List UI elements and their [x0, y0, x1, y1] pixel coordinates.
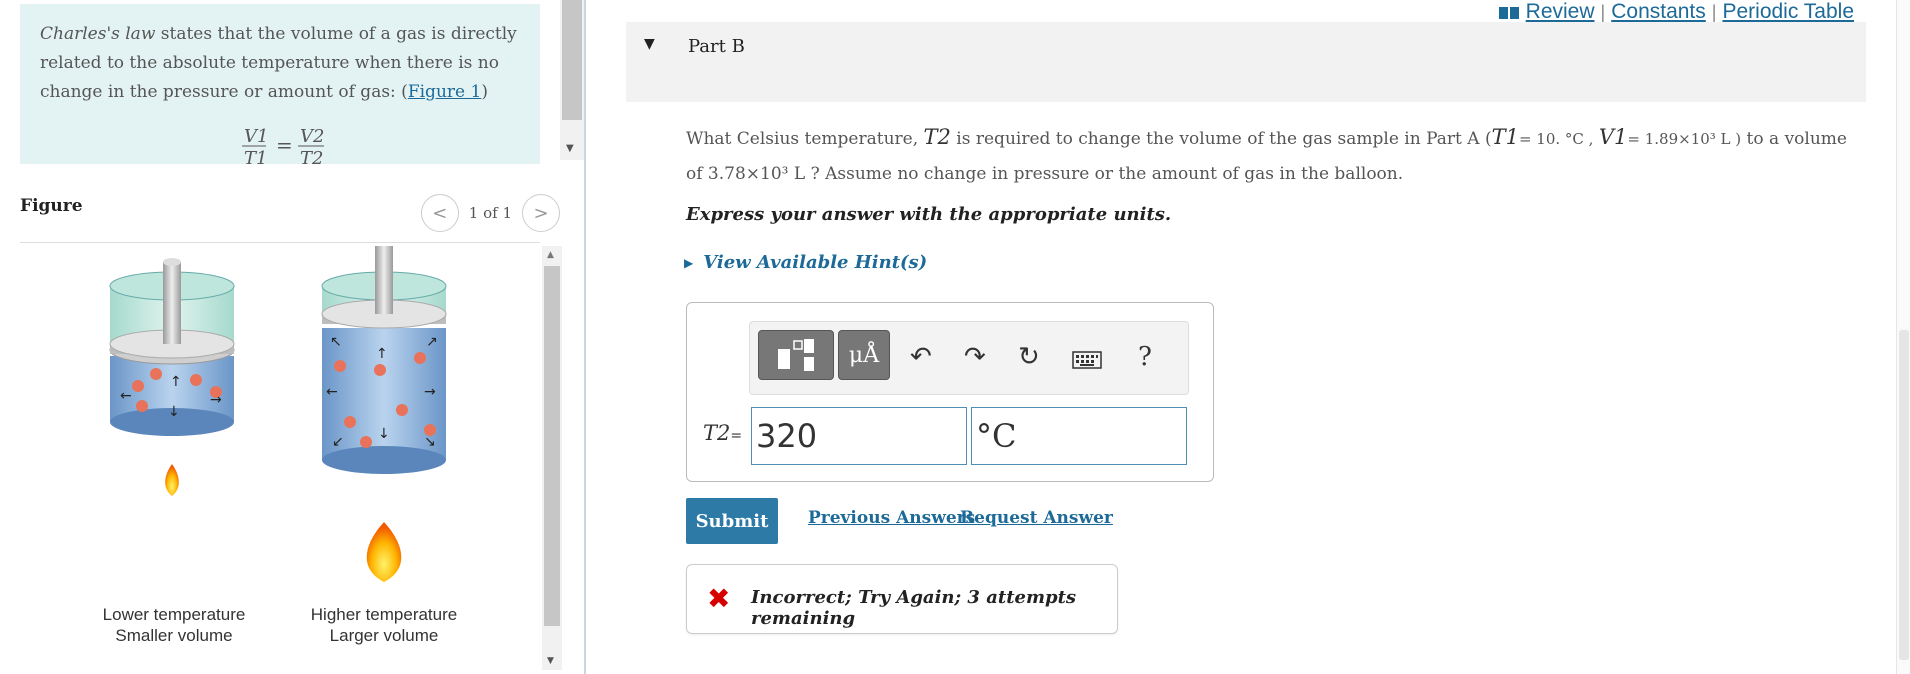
answer-label: T2=	[703, 421, 742, 445]
caption-low-line1: Lower temperature	[102, 605, 246, 624]
error-x-icon: ✖	[707, 582, 731, 615]
svg-text:↙: ↙	[332, 434, 344, 450]
svg-text:T1: T1	[244, 148, 267, 166]
collapse-caret-icon[interactable]: ▼	[644, 36, 655, 52]
request-answer-link[interactable]: Request Answer	[960, 508, 1113, 528]
units-button[interactable]: μÅ	[838, 330, 890, 380]
small-cylinder: ↑ ← → ↓	[109, 258, 235, 496]
templates-icon	[778, 339, 814, 371]
book-icon	[1498, 7, 1519, 19]
constants-link[interactable]: Constants	[1611, 0, 1706, 24]
question-mid: is required to change the volume of the …	[950, 129, 1492, 149]
figure-nav: < 1 of 1 >	[420, 194, 560, 232]
svg-text:↖: ↖	[330, 334, 342, 350]
figure-count: 1 of 1	[468, 204, 512, 222]
figure-next-button[interactable]: >	[522, 194, 560, 232]
scroll-down-arrow-icon[interactable]: ▼	[566, 143, 574, 154]
svg-text:↓: ↓	[168, 404, 180, 420]
figure-image: ↑ ← → ↓ ↑ ← → ↓ ↖ ↗ ↙ ↘ Lower temperatur…	[20, 240, 540, 666]
page-scrollbar[interactable]	[1896, 0, 1910, 674]
pane-divider[interactable]	[584, 0, 586, 674]
hints-label[interactable]: View Available Hint(s)	[703, 252, 927, 273]
figure-scroll-thumb[interactable]	[544, 266, 560, 626]
caption-high: Higher temperature Larger volume	[290, 604, 478, 646]
page-scroll-thumb[interactable]	[1899, 330, 1909, 660]
expand-triangle-icon[interactable]: ▶	[684, 256, 693, 270]
left-pane: Charles's law states that the volume of …	[0, 0, 584, 674]
intro-term: Charles's law	[40, 24, 156, 44]
figure-header: Figure < 1 of 1 >	[20, 190, 560, 240]
caption-low: Lower temperature Smaller volume	[80, 604, 268, 646]
svg-text:→: →	[424, 384, 436, 400]
answer-label-eq: =	[730, 428, 743, 444]
answer-instructions: Express your answer with the appropriate…	[686, 204, 1172, 225]
svg-text:=: =	[276, 133, 293, 157]
submit-button[interactable]: Submit	[686, 498, 778, 544]
answer-label-symbol: T2	[703, 421, 731, 445]
question-text: What Celsius temperature, T2 is required…	[686, 120, 1866, 192]
svg-text:←: ←	[326, 384, 338, 400]
svg-text:↑: ↑	[376, 346, 388, 362]
t1-value: = 10. °C ,	[1518, 130, 1594, 148]
svg-text:←: ←	[120, 388, 132, 404]
figure-title: Figure	[20, 196, 83, 216]
intro-paragraph: Charles's law states that the volume of …	[40, 24, 517, 102]
svg-text:T2: T2	[300, 148, 323, 166]
part-title: Part B	[688, 36, 745, 57]
view-hints-toggle[interactable]: ▶ View Available Hint(s)	[684, 252, 927, 273]
figure-link[interactable]: Figure 1	[408, 82, 481, 102]
part-header[interactable]: ▼ Part B	[626, 22, 1866, 102]
question-pre: What Celsius temperature,	[686, 129, 924, 149]
scroll-down-arrow-icon[interactable]: ▼	[547, 656, 554, 666]
intro-scroll-thumb[interactable]	[562, 0, 582, 120]
reset-icon[interactable]: ↻	[1018, 342, 1040, 372]
feedback-text: Incorrect; Try Again; 3 attempts remaini…	[751, 587, 1077, 629]
answer-unit-input[interactable]: °C	[971, 407, 1187, 465]
intro-close: )	[481, 82, 488, 102]
caption-high-line1: Higher temperature	[310, 605, 458, 624]
scroll-up-arrow-icon[interactable]: ▲	[547, 250, 554, 260]
t2-symbol: T2	[923, 125, 951, 149]
figure-scrollbar[interactable]: ▲ ▼	[542, 246, 562, 670]
svg-text:V2: V2	[300, 126, 324, 147]
intro-scrollbar[interactable]: ▼	[560, 0, 584, 160]
link-separator: |	[1600, 1, 1606, 22]
equation-graphic: V1 T1 = V2 T2	[242, 126, 324, 169]
keyboard-icon[interactable]	[1072, 346, 1102, 376]
redo-icon[interactable]: ↷	[964, 342, 986, 372]
feedback-box: ✖ Incorrect; Try Again; 3 attempts remai…	[686, 564, 1118, 634]
cylinder-illustration: ↑ ← → ↓ ↑ ← → ↓ ↖ ↗ ↙ ↘	[109, 240, 447, 582]
answer-value-input[interactable]: 320	[751, 407, 967, 465]
caption-high-line2: Larger volume	[329, 626, 439, 645]
previous-answers-link[interactable]: Previous Answers	[808, 508, 975, 528]
resource-links: Review | Constants | Periodic Table	[1498, 0, 1854, 24]
math-toolbar: μÅ ↶ ↷ ↻ ?	[749, 321, 1189, 395]
large-cylinder: ↑ ← → ↓ ↖ ↗ ↙ ↘	[321, 240, 447, 582]
svg-text:↘: ↘	[424, 434, 436, 450]
t1-symbol: T1	[1491, 125, 1519, 149]
help-button[interactable]: ?	[1138, 342, 1152, 372]
answer-box: μÅ ↶ ↷ ↻ ? T2= 320 °C	[686, 302, 1214, 482]
svg-text:V1: V1	[244, 126, 268, 147]
v1-value: = 1.89×10³ L )	[1627, 130, 1742, 148]
templates-button[interactable]	[758, 330, 834, 380]
figure-divider	[20, 242, 540, 243]
v1-symbol: V1	[1598, 125, 1628, 149]
periodic-table-link[interactable]: Periodic Table	[1722, 0, 1854, 24]
svg-text:↗: ↗	[426, 334, 438, 350]
svg-text:↓: ↓	[378, 426, 390, 442]
link-separator: |	[1711, 1, 1717, 22]
undo-icon[interactable]: ↶	[910, 342, 932, 372]
caption-low-line2: Smaller volume	[115, 626, 233, 645]
figure-prev-button[interactable]: <	[420, 194, 459, 232]
charles-equation: V1 T1 = V2 T2	[240, 126, 330, 171]
svg-text:↑: ↑	[170, 374, 182, 390]
keyboard-graphic	[1072, 351, 1102, 369]
svg-text:→: →	[210, 392, 222, 408]
review-link[interactable]: Review	[1526, 0, 1595, 24]
